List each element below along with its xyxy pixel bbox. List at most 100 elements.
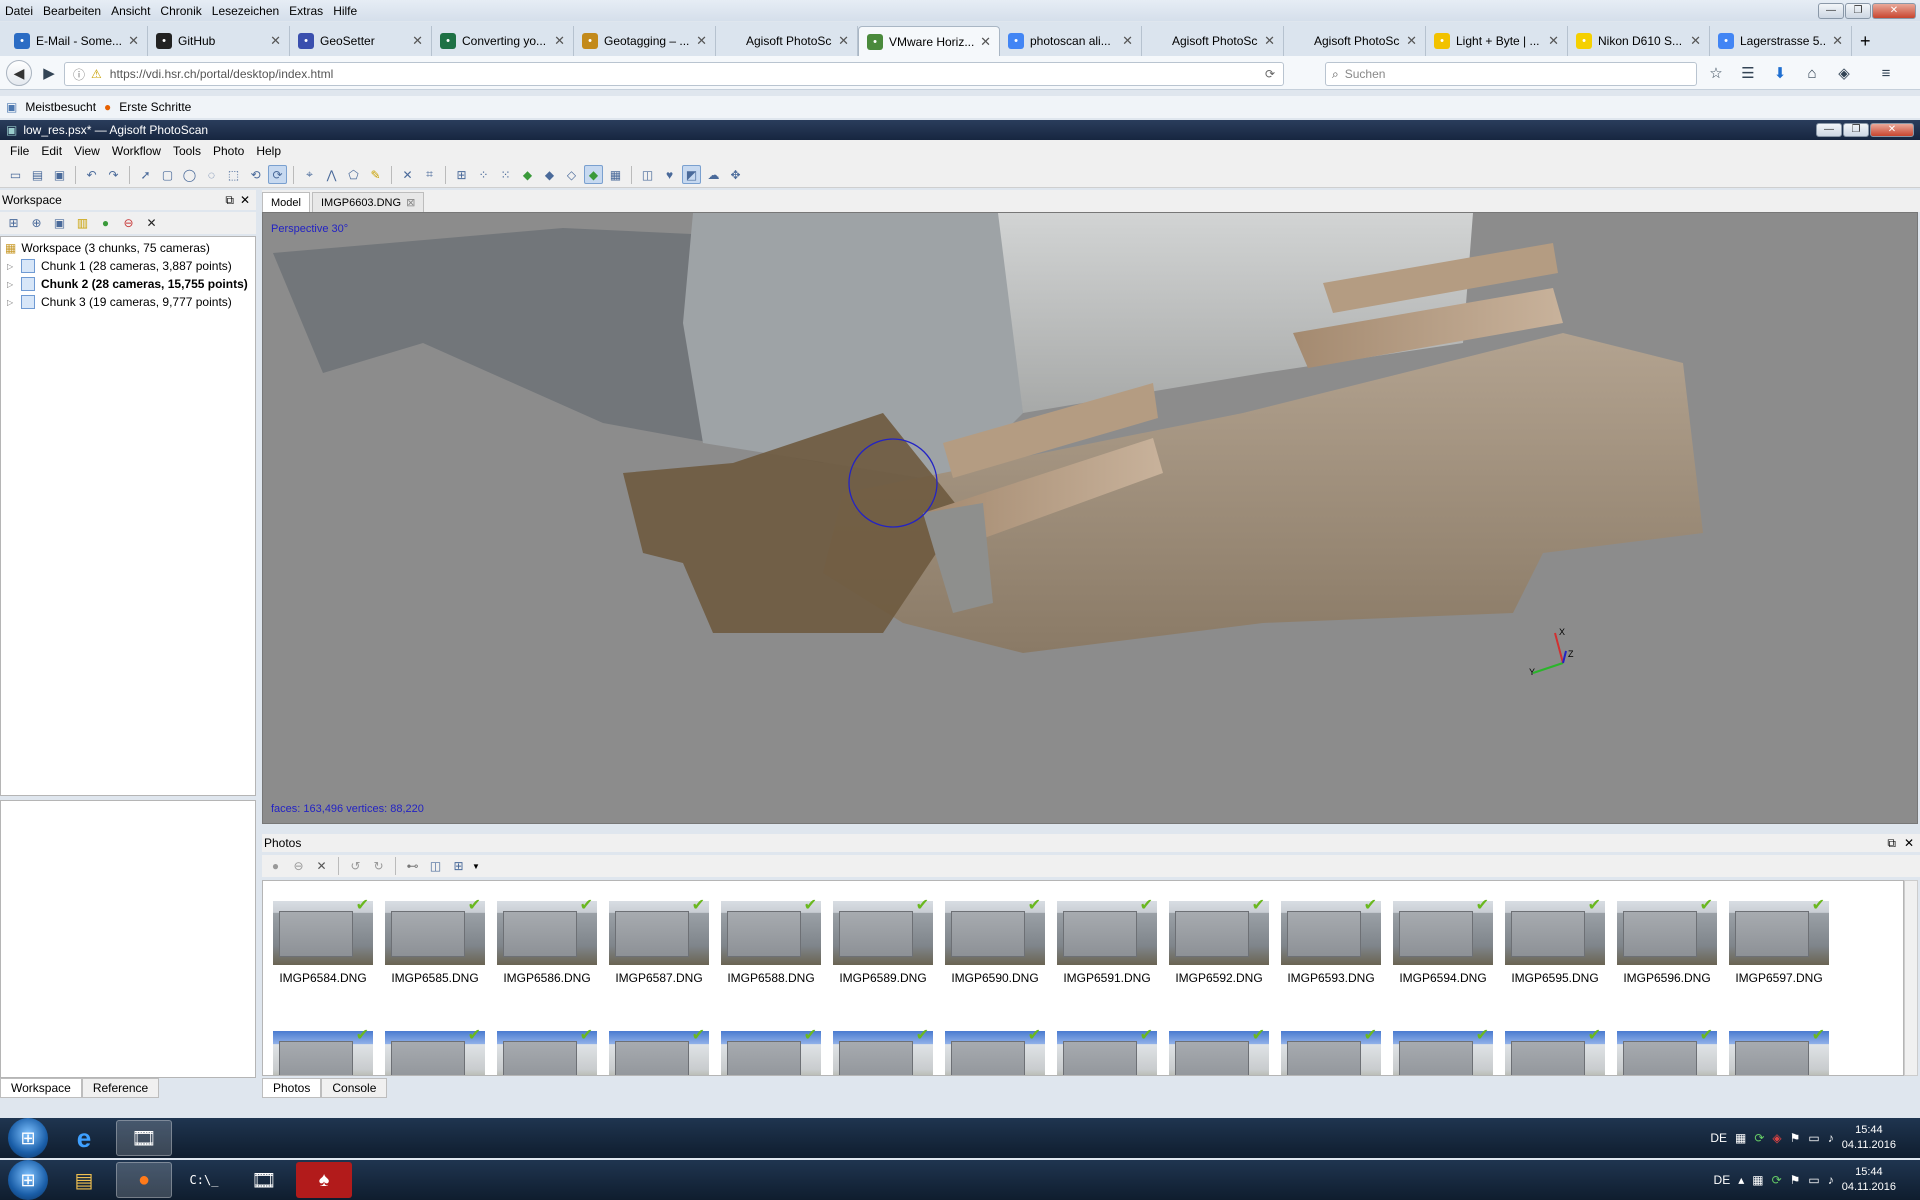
wireframe-model-icon[interactable]: ◇ [562,165,581,184]
browser-tab[interactable]: • GeoSetter ✕ [290,26,432,56]
browser-tab[interactable]: • Lagerstrasse 5... ✕ [1710,26,1852,56]
menu-lesezeichen[interactable]: Lesezeichen [207,4,284,18]
start-button[interactable]: ⊞ [8,1118,48,1158]
disable-icon[interactable]: ⊖ [119,214,138,233]
reset-view-icon[interactable]: ✥ [726,165,745,184]
add-folder-icon[interactable]: ▣ [50,214,69,233]
photo-thumbnail[interactable]: ✔ IMGP6584.DNG [273,897,373,987]
tray-network-icon[interactable]: ▦ [1752,1173,1763,1187]
tray-display-icon[interactable]: ▭ [1808,1173,1819,1187]
close-tab-icon[interactable]: ✕ [1122,33,1133,49]
add-photos-icon[interactable]: ⊕ [27,214,46,233]
enable-cameras-icon[interactable]: ● [266,857,285,876]
delete-selection-icon[interactable]: ✕ [398,165,417,184]
add-marker-icon[interactable]: ▥ [73,214,92,233]
photo-thumbnail[interactable]: ✔ [1505,1027,1605,1075]
model-viewport[interactable]: Perspective 30° faces: 163,496 vertices:… [262,212,1918,824]
reading-list-icon[interactable]: ☰ [1737,62,1759,84]
photoscan-taskbar-icon[interactable]: 🎞 [116,1120,172,1156]
close-tab-icon[interactable]: ✕ [696,33,707,49]
photo-thumbnail[interactable]: ✔ IMGP6593.DNG [1281,897,1381,987]
close-icon[interactable]: ✕ [1870,123,1914,137]
photo-thumbnail[interactable]: ✔ [1393,1027,1493,1075]
reset-filter-icon[interactable]: ◫ [426,857,445,876]
workspace-root[interactable]: ▦ Workspace (3 chunks, 75 cameras) [1,239,255,257]
photo-thumbnail[interactable]: ✔ IMGP6589.DNG [833,897,933,987]
navigation-pointer-icon[interactable]: ➚ [136,165,155,184]
photo-thumbnail[interactable]: ✔ [273,1027,373,1075]
save-icon[interactable]: ▣ [50,165,69,184]
ruler-icon[interactable]: ✎ [366,165,385,184]
restore-icon[interactable]: ❐ [1843,123,1869,137]
circle-selection-icon[interactable]: ◯ [180,165,199,184]
internet-explorer-icon[interactable]: e [56,1120,112,1156]
new-tab-button[interactable]: + [1852,26,1882,56]
expand-arrow-icon[interactable]: ▷ [7,262,17,271]
close-tab-icon[interactable]: ✕ [838,33,849,49]
photo-thumbnail[interactable]: ✔ [1617,1027,1717,1075]
shaded-model-icon[interactable]: ◆ [518,165,537,184]
close-tab-icon[interactable]: ✕ [554,33,565,49]
close-pane-icon[interactable]: ✕ [240,193,250,207]
photo-thumbnail[interactable]: ✔ IMGP6596.DNG [1617,897,1717,987]
tiled-model-icon[interactable]: ▦ [606,165,625,184]
menu-datei[interactable]: Datei [0,4,38,18]
language-indicator[interactable]: DE [1710,1131,1727,1145]
tray-volume-icon[interactable]: ♪ [1828,1131,1834,1145]
close-tab-icon[interactable]: ✕ [1832,33,1843,49]
tab-model[interactable]: Model [262,192,310,212]
browser-tab[interactable]: Agisoft PhotoSca... ✕ [1142,26,1284,56]
photo-thumbnail[interactable]: ✔ [609,1027,709,1075]
close-tab-icon[interactable]: ✕ [270,33,281,49]
browser-tab[interactable]: • GitHub ✕ [148,26,290,56]
browser-tab[interactable]: • Converting yo... ✕ [432,26,574,56]
command-prompt-icon[interactable]: C:\_ [176,1162,232,1198]
expand-arrow-icon[interactable]: ▷ [7,298,17,307]
photo-thumbnail[interactable]: ✔ [833,1027,933,1075]
tree-item-chunk-1[interactable]: ▷ Chunk 1 (28 cameras, 3,887 points) [1,257,255,275]
textured-model-render[interactable] [263,213,1918,824]
tab-photos[interactable]: Photos [262,1078,322,1098]
browser-tab[interactable]: • E-Mail - Some... ✕ [6,26,148,56]
open-folder-icon[interactable]: ▤ [28,165,47,184]
bookmark-meistbesucht[interactable]: Meistbesucht [25,100,96,114]
textured-model-icon[interactable]: ◆ [584,165,603,184]
menu-help[interactable]: Help [250,144,287,158]
solid-model-icon[interactable]: ◆ [540,165,559,184]
home-icon[interactable]: ⌂ [1801,62,1823,84]
close-tab-icon[interactable]: ⊠ [406,196,415,209]
tab-console[interactable]: Console [321,1078,388,1098]
menu-chronik[interactable]: Chronik [155,4,206,18]
info-icon[interactable]: ⓘ [73,66,85,83]
reload-icon[interactable]: ⟳ [1265,67,1275,81]
remove-cameras-icon[interactable]: ✕ [312,857,331,876]
capture-view-icon[interactable]: ◫ [638,165,657,184]
rotate-object-icon[interactable]: ⟳ [268,165,287,184]
tray-show-hidden-icon[interactable]: ▴ [1738,1173,1744,1187]
photo-thumbnail[interactable]: ✔ IMGP6585.DNG [385,897,485,987]
close-icon[interactable]: ✕ [1872,2,1916,19]
photo-thumbnail[interactable]: ✔ [385,1027,485,1075]
file-explorer-icon[interactable]: ▤ [56,1162,112,1198]
pocket-icon[interactable]: ◈ [1833,62,1855,84]
close-tab-icon[interactable]: ✕ [412,33,423,49]
browser-tab[interactable]: • Nikon D610 S... ✕ [1568,26,1710,56]
browser-tab[interactable]: • photoscan ali... ✕ [1000,26,1142,56]
draw-point-icon[interactable]: ⌖ [300,165,319,184]
redo-icon[interactable]: ↷ [104,165,123,184]
warning-lock-icon[interactable]: ⚠ [91,67,102,81]
photo-thumbnail[interactable]: ✔ [497,1027,597,1075]
tray-sync-icon[interactable]: ⟳ [1754,1131,1764,1145]
photo-thumbnail[interactable]: ✔ IMGP6587.DNG [609,897,709,987]
bookmark-erste-schritte[interactable]: Erste Schritte [119,100,191,114]
close-pane-icon[interactable]: ✕ [1904,836,1914,850]
new-file-icon[interactable]: ▭ [6,165,25,184]
photo-thumbnail[interactable]: ✔ IMGP6590.DNG [945,897,1045,987]
tray-shield-icon[interactable]: ◈ [1772,1131,1781,1145]
bookmark-star-icon[interactable]: ☆ [1705,62,1727,84]
photo-thumbnail[interactable]: ✔ [1281,1027,1381,1075]
show-cameras-icon[interactable]: ⊞ [452,165,471,184]
show-shapes-icon[interactable]: ♥ [660,165,679,184]
tray-volume-icon[interactable]: ♪ [1828,1173,1834,1187]
menu-bearbeiten[interactable]: Bearbeiten [38,4,106,18]
